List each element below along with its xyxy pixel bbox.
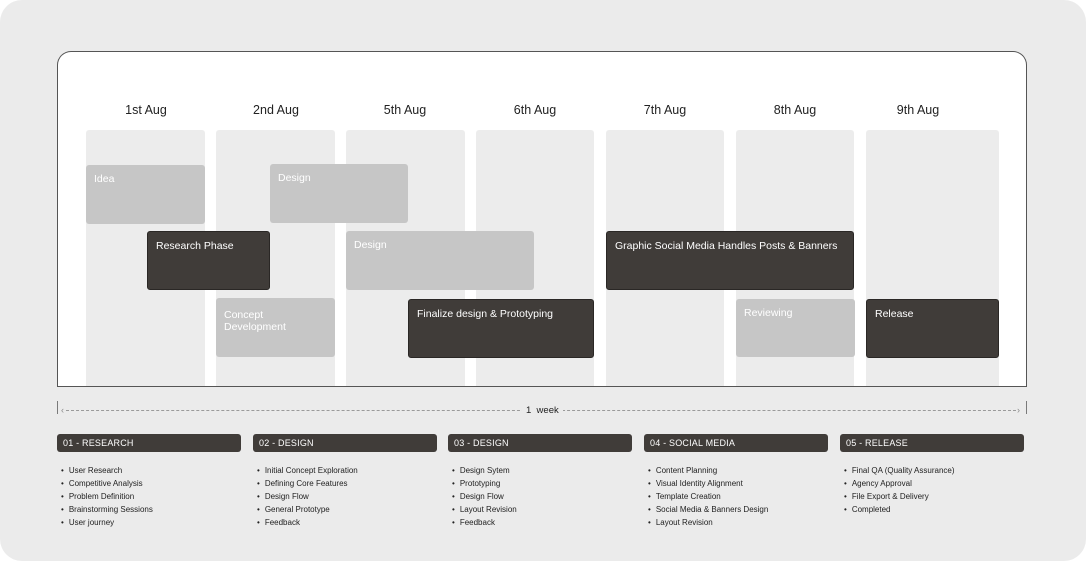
task-bar[interactable]: Idea [86,165,205,224]
list-item: General Prototype [253,505,358,518]
phase-items: Design Sytem Prototyping Design Flow Lay… [448,466,517,531]
task-bar[interactable]: Release [866,299,999,358]
span-start-tick [57,401,58,414]
list-item: Design Flow [253,492,358,505]
list-item: Design Flow [448,492,517,505]
list-item: Content Planning [644,466,768,479]
list-item: Feedback [253,518,358,531]
day-label: 6th Aug [513,103,557,117]
phase-header: 03 - DESIGN [448,434,632,452]
task-bar[interactable]: Reviewing [736,299,855,357]
phase-header: 02 - DESIGN [253,434,437,452]
day-label: 7th Aug [643,103,687,117]
week-label: 1 week [522,405,563,416]
phase-items: Final QA (Quality Assurance) Agency Appr… [840,466,955,518]
phase-header: 01 - RESEARCH [57,434,241,452]
phase-items: Content Planning Visual Identity Alignme… [644,466,769,531]
day-label: 8th Aug [773,103,817,117]
task-bar[interactable]: Design [346,231,534,290]
list-item: Template Creation [644,492,768,505]
list-item: Brainstorming Sessions [57,505,153,518]
list-item: Visual Identity Alignment [644,479,768,492]
list-item: Initial Concept Exploration [253,466,358,479]
list-item: Layout Revision [644,518,768,531]
phase-header: 04 - SOCIAL MEDIA [644,434,828,452]
task-bar[interactable]: Research Phase [147,231,270,290]
list-item: User journey [57,518,153,531]
list-item: Layout Revision [448,505,517,518]
task-bar[interactable]: Design [270,164,408,223]
phase-items: User Research Competitive Analysis Probl… [57,466,153,531]
list-item: Completed [840,505,955,518]
arrow-right-icon: › [1017,405,1020,415]
day-label: 1st Aug [125,103,167,117]
list-item: Problem Definition [57,492,153,505]
list-item: Competitive Analysis [57,479,153,492]
list-item: Agency Approval [840,479,955,492]
list-item: Defining Core Features [253,479,358,492]
day-label: 5th Aug [383,103,427,117]
list-item: Social Media & Banners Design [644,505,769,518]
phase-items: Initial Concept Exploration Defining Cor… [253,466,358,531]
phase-header: 05 - RELEASE [840,434,1024,452]
task-bar[interactable]: Finalize design & Prototyping [408,299,594,358]
span-end-tick [1026,401,1027,414]
day-label: 9th Aug [896,103,940,117]
task-bar[interactable]: Graphic Social Media Handles Posts & Ban… [606,231,854,290]
list-item: Prototyping [448,479,517,492]
list-item: Design Sytem [448,466,517,479]
task-bar[interactable]: Concept Development [216,298,335,357]
list-item: User Research [57,466,153,479]
list-item: File Export & Delivery [840,492,955,505]
list-item: Final QA (Quality Assurance) [840,466,955,479]
arrow-left-icon: ‹ [61,405,64,415]
timeline-baseline [57,386,1027,387]
list-item: Feedback [448,518,517,531]
day-label: 2nd Aug [253,103,299,117]
